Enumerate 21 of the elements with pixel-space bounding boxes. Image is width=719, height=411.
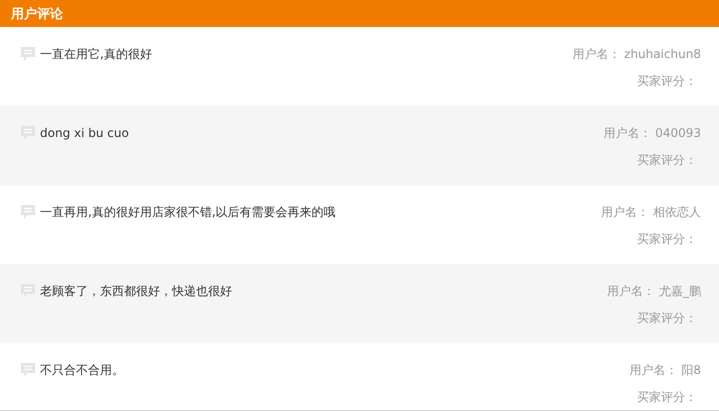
rating-label: 买家评分：	[637, 231, 697, 248]
comment-icon	[20, 362, 36, 378]
comment-icon	[20, 204, 36, 220]
username-text: 用户名： 尤嘉_鹏	[607, 283, 701, 300]
review-text: 一直再用,真的很好用店家很不错,以后有需要会再来的哦	[40, 204, 336, 220]
rating-label: 买家评分：	[637, 389, 697, 406]
review-text: dong xi bu cuo	[40, 126, 129, 140]
comment-icon	[20, 46, 36, 62]
section-title: 用户评论	[11, 6, 63, 22]
rating-label: 买家评分：	[637, 310, 697, 327]
rating-label: 买家评分：	[637, 73, 697, 90]
comment-icon	[20, 125, 36, 141]
rating-label: 买家评分：	[637, 152, 697, 169]
username-text: 用户名： 阳8	[630, 362, 701, 379]
review-text: 一直在用它,真的很好	[40, 46, 152, 62]
username-text: 用户名： 040093	[603, 125, 701, 142]
username-text: 用户名： zhuhaichun8	[572, 46, 701, 63]
comment-icon	[20, 283, 36, 299]
review-text: 不只合不合用。	[40, 362, 124, 378]
username-text: 用户名： 相依恋人	[601, 204, 701, 221]
review-text: 老顾客了，东西都很好，快递也很好	[40, 282, 232, 300]
